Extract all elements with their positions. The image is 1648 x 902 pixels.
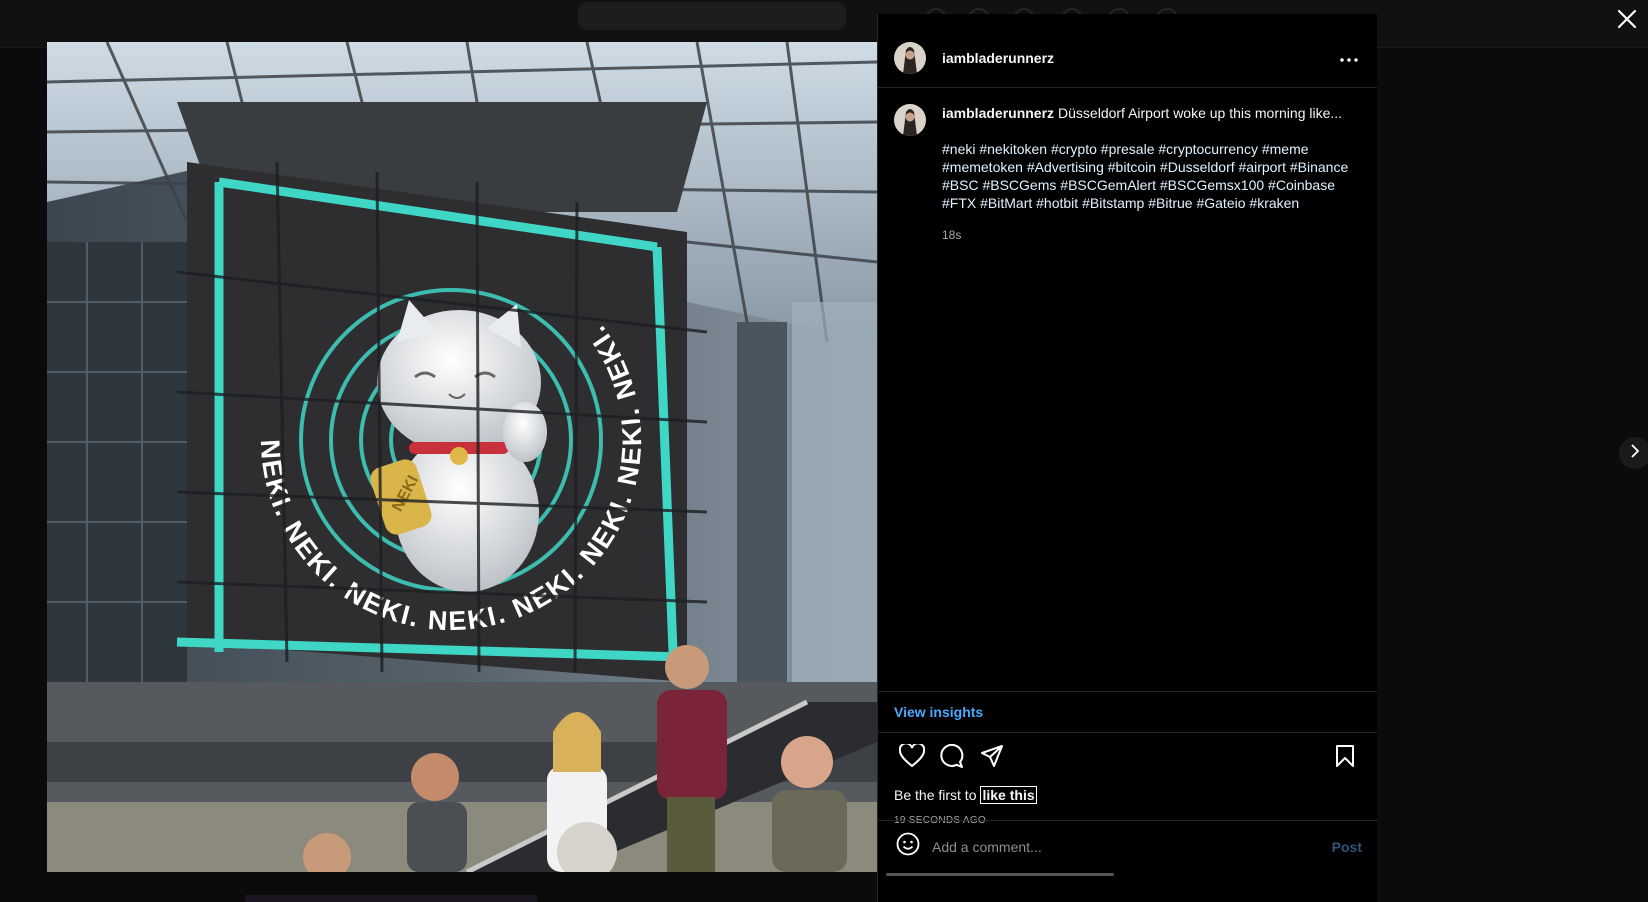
hashtag-link[interactable]: #BSCGemsx100 bbox=[1160, 177, 1264, 193]
hashtag-link[interactable]: #Advertising bbox=[1027, 159, 1104, 175]
hashtag-link[interactable]: #presale bbox=[1101, 141, 1155, 157]
bookmark-icon bbox=[1335, 744, 1355, 773]
panel-scrollbar[interactable] bbox=[886, 873, 1114, 876]
hashtag-link[interactable]: #BitMart bbox=[980, 195, 1032, 211]
post-side-panel: iambladerunnerz iambladerunnerz Düsseldor… bbox=[877, 14, 1378, 902]
heart-icon bbox=[898, 741, 926, 773]
hashtag-link[interactable]: #nekitoken bbox=[979, 141, 1047, 157]
caption-author-avatar[interactable] bbox=[894, 104, 926, 136]
hashtag-link[interactable]: #crypto bbox=[1051, 141, 1097, 157]
likes-prefix: Be the first to bbox=[894, 787, 977, 803]
hashtag-link[interactable]: #meme bbox=[1262, 141, 1309, 157]
share-button[interactable] bbox=[972, 738, 1012, 778]
action-bar bbox=[878, 733, 1377, 783]
caption-text: Düsseldorf Airport woke up this morning … bbox=[1058, 105, 1343, 121]
author-username[interactable]: iambladerunnerz bbox=[942, 50, 1054, 66]
caption-body: iambladerunnerz Düsseldorf Airport woke u… bbox=[942, 104, 1352, 244]
post-modal: NEKI. NEKI. NEKI. NEKI. NEKI. NEKI. NEKI… bbox=[47, 14, 1378, 902]
hashtag-link[interactable]: #memetoken bbox=[942, 159, 1023, 175]
comment-button[interactable] bbox=[932, 738, 972, 778]
comment-input[interactable] bbox=[932, 838, 1332, 855]
like-button[interactable] bbox=[892, 738, 932, 778]
more-options-button[interactable] bbox=[1337, 46, 1361, 70]
comment-composer: Post bbox=[878, 820, 1378, 872]
emoji-icon bbox=[896, 832, 920, 861]
hashtag-link[interactable]: #Bitstamp bbox=[1082, 195, 1144, 211]
post-image: NEKI. NEKI. NEKI. NEKI. NEKI. NEKI. NEKI… bbox=[47, 42, 877, 872]
caption-age: 18s bbox=[942, 228, 962, 242]
hashtag-link[interactable]: #Bitrue bbox=[1148, 195, 1192, 211]
hashtag-link[interactable]: #neki bbox=[942, 141, 975, 157]
hashtag-link[interactable]: #BSCGems bbox=[982, 177, 1056, 193]
hashtag-link[interactable]: #FTX bbox=[942, 195, 976, 211]
caption-username[interactable]: iambladerunnerz bbox=[942, 105, 1054, 121]
author-avatar[interactable] bbox=[894, 41, 926, 74]
hashtag-link[interactable]: #Coinbase bbox=[1268, 177, 1335, 193]
hashtag-link[interactable]: #BSC bbox=[942, 177, 979, 193]
emoji-button[interactable] bbox=[894, 832, 922, 861]
hashtag-link[interactable]: #Binance bbox=[1290, 159, 1348, 175]
hashtag-link[interactable]: #cryptocurrency bbox=[1158, 141, 1258, 157]
view-insights-link[interactable]: View insights bbox=[894, 704, 983, 720]
post-header: iambladerunnerz bbox=[878, 28, 1377, 88]
close-icon[interactable] bbox=[1614, 6, 1640, 32]
hashtag-link[interactable]: #kraken bbox=[1249, 195, 1299, 211]
more-horizontal-icon bbox=[1340, 49, 1358, 67]
comment-icon bbox=[940, 743, 964, 773]
hashtag-list: #neki #nekitoken #crypto #presale #crypt… bbox=[942, 140, 1352, 212]
hashtag-link[interactable]: #hotbit bbox=[1036, 195, 1078, 211]
likes-line: Be the first to like this bbox=[878, 783, 1377, 807]
hashtag-link[interactable]: #airport bbox=[1239, 159, 1286, 175]
post-comment-button[interactable]: Post bbox=[1332, 839, 1362, 855]
insights-row: View insights bbox=[878, 691, 1377, 733]
like-this-link[interactable]: like this bbox=[980, 786, 1037, 804]
save-button[interactable] bbox=[1325, 738, 1365, 778]
hashtag-link[interactable]: #bitcoin bbox=[1108, 159, 1156, 175]
caption-section: iambladerunnerz Düsseldorf Airport woke u… bbox=[878, 88, 1377, 691]
hashtag-link[interactable]: #Gateio bbox=[1196, 195, 1245, 211]
paper-plane-icon bbox=[980, 744, 1004, 773]
next-post-button[interactable] bbox=[1619, 437, 1648, 469]
hashtag-link[interactable]: #BSCGemAlert bbox=[1060, 177, 1156, 193]
hashtag-link[interactable]: #Dusseldorf bbox=[1160, 159, 1235, 175]
chevron-right-icon bbox=[1628, 443, 1642, 463]
